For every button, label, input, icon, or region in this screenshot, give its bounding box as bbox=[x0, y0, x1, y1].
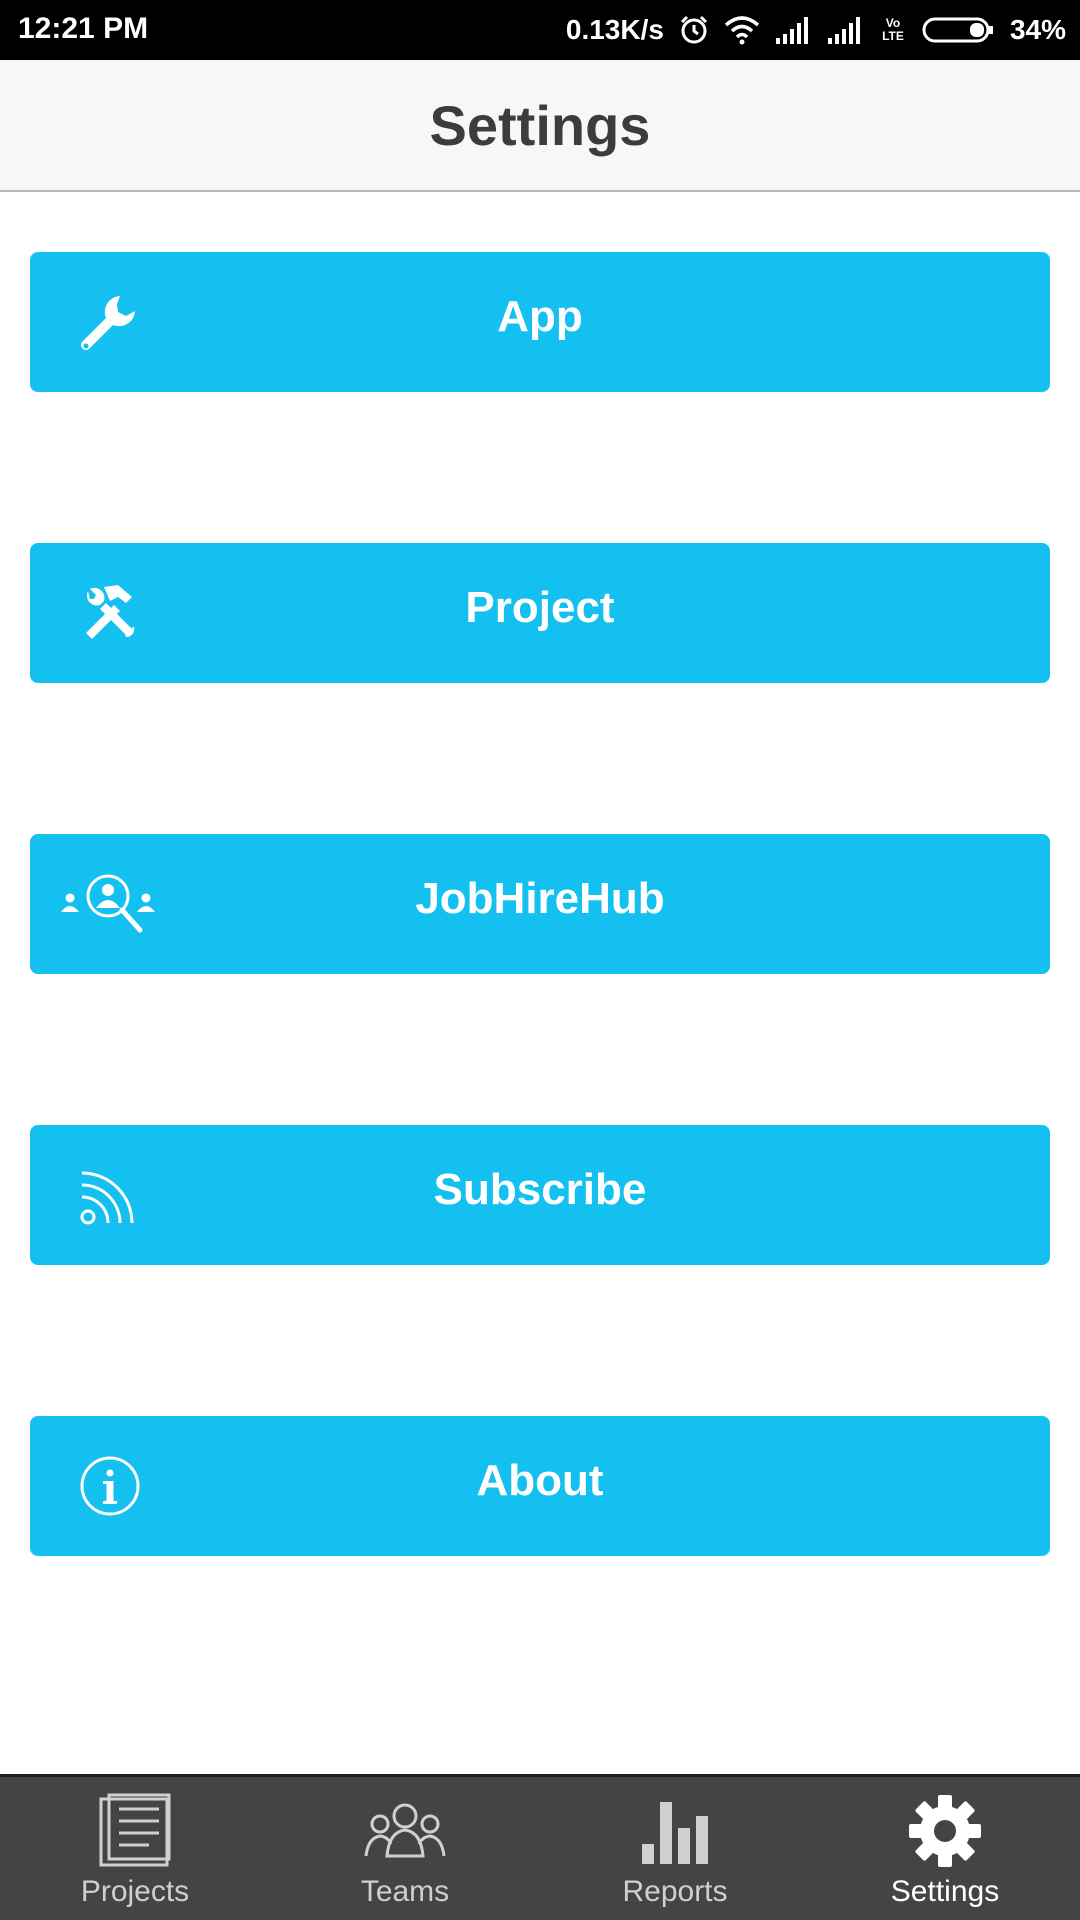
nav-item-reports[interactable]: Reports bbox=[540, 1777, 810, 1920]
nav-label-projects: Projects bbox=[80, 1875, 190, 1908]
battery-percent: 34% bbox=[1009, 14, 1066, 45]
status-right: 0.13K/s Vo LTE 34% bbox=[566, 0, 1066, 60]
nav-label-teams: Teams bbox=[360, 1875, 450, 1908]
gear-icon bbox=[907, 1791, 983, 1871]
subscribe-label: Subscribe bbox=[433, 1165, 647, 1214]
status-bar: 12:21 PM 0.13K/s Vo LTE 34% bbox=[0, 0, 1080, 60]
status-time: 12:21 PM bbox=[18, 12, 149, 45]
nav-item-teams[interactable]: Teams bbox=[270, 1777, 540, 1920]
about-label: About bbox=[476, 1456, 604, 1505]
app-header: Settings bbox=[0, 60, 1080, 192]
about-button[interactable]: About bbox=[30, 1416, 1050, 1556]
signal-icon bbox=[774, 16, 812, 44]
subscribe-button[interactable]: Subscribe bbox=[30, 1125, 1050, 1265]
volte-label: Vo LTE bbox=[882, 16, 904, 43]
jobhirehub-button[interactable]: JobHireHub bbox=[30, 834, 1050, 974]
app-settings-button[interactable]: App bbox=[30, 252, 1050, 392]
jobhirehub-label: JobHireHub bbox=[415, 874, 665, 923]
team-icon bbox=[362, 1791, 448, 1871]
project-settings-button[interactable]: Project bbox=[30, 543, 1050, 683]
bar-chart-icon bbox=[640, 1791, 710, 1871]
nav-item-projects[interactable]: Projects bbox=[0, 1777, 270, 1920]
document-icon bbox=[97, 1791, 173, 1871]
wifi-icon bbox=[724, 15, 760, 45]
nav-label-settings: Settings bbox=[890, 1875, 1000, 1908]
alarm-icon bbox=[678, 14, 710, 46]
signal-icon bbox=[826, 16, 864, 44]
volte-icon: Vo LTE bbox=[878, 17, 908, 43]
project-settings-label: Project bbox=[465, 583, 615, 632]
nav-label-reports: Reports bbox=[622, 1875, 728, 1908]
network-speed: 0.13K/s bbox=[565, 14, 664, 45]
battery-icon bbox=[922, 15, 996, 45]
nav-item-settings[interactable]: Settings bbox=[810, 1777, 1080, 1920]
app-settings-label: App bbox=[497, 292, 583, 341]
bottom-navigation: Projects Teams Reports Settings bbox=[0, 1774, 1080, 1920]
page-title: Settings bbox=[429, 93, 651, 157]
